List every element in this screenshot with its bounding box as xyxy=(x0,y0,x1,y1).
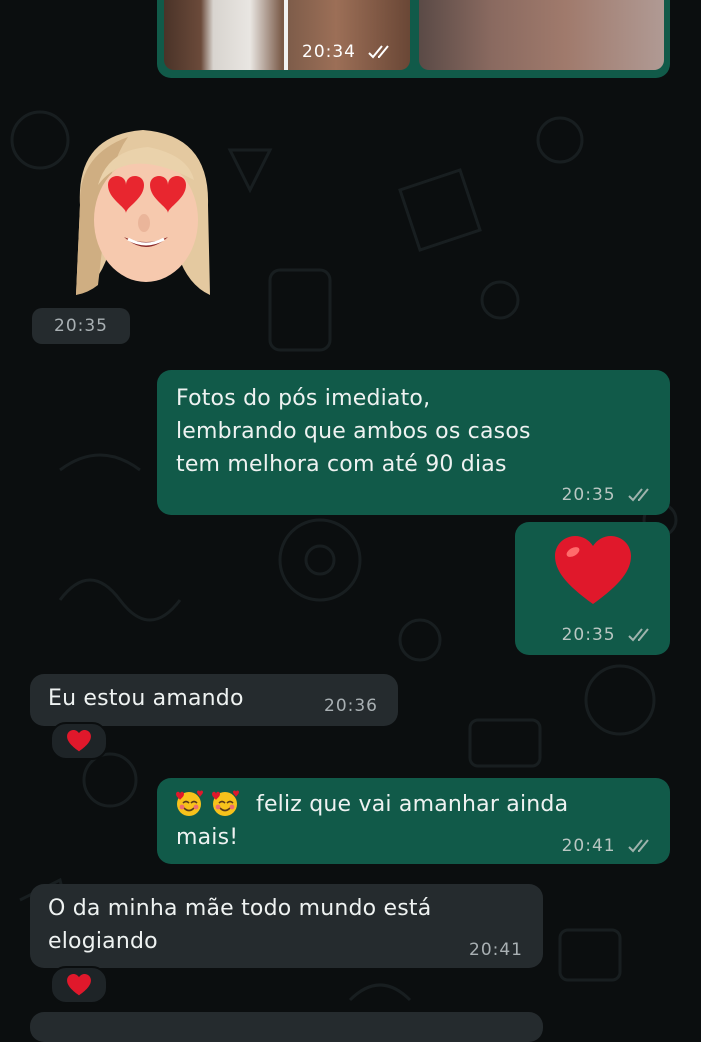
message-time: 20:35 xyxy=(562,625,654,645)
message-time: 20:36 xyxy=(324,696,378,716)
incoming-message[interactable]: Eu estou amando 20:36 xyxy=(30,674,398,726)
sticker-time-pill: 20:35 xyxy=(32,308,130,344)
message-time: 20:41 xyxy=(562,836,654,856)
message-time: 20:41 xyxy=(469,940,523,960)
message-text: O da minha mãe todo mundo está elogiando xyxy=(48,896,432,954)
incoming-message-partial[interactable] xyxy=(30,1012,543,1042)
double-check-icon xyxy=(628,839,649,853)
outgoing-message[interactable]: feliz que vai amanhar ainda mais! 20:41 xyxy=(157,778,670,864)
memoji-heart-eyes-sticker[interactable] xyxy=(68,125,218,300)
heart-reaction[interactable] xyxy=(50,722,108,760)
photo-thumbnail-2[interactable] xyxy=(419,0,664,70)
message-text: Eu estou amando xyxy=(48,686,244,711)
double-check-icon xyxy=(628,488,649,502)
heart-reaction[interactable] xyxy=(50,966,108,1004)
heart-emoji-icon xyxy=(555,536,631,604)
photo-album-bubble[interactable]: 20:34 xyxy=(157,0,670,78)
double-check-icon xyxy=(628,628,649,642)
photo-album-time: 20:34 xyxy=(302,42,394,62)
heart-emoji-icon xyxy=(67,730,91,752)
heart-emoji-icon xyxy=(67,974,91,996)
message-text: Fotos do pós imediato, lembrando que amb… xyxy=(176,386,531,477)
outgoing-heart-message[interactable]: 20:35 xyxy=(515,522,670,655)
outgoing-message[interactable]: Fotos do pós imediato, lembrando que amb… xyxy=(157,370,670,515)
double-check-icon xyxy=(368,45,390,59)
message-time: 20:35 xyxy=(562,485,654,505)
incoming-message[interactable]: O da minha mãe todo mundo está elogiando… xyxy=(30,884,543,968)
